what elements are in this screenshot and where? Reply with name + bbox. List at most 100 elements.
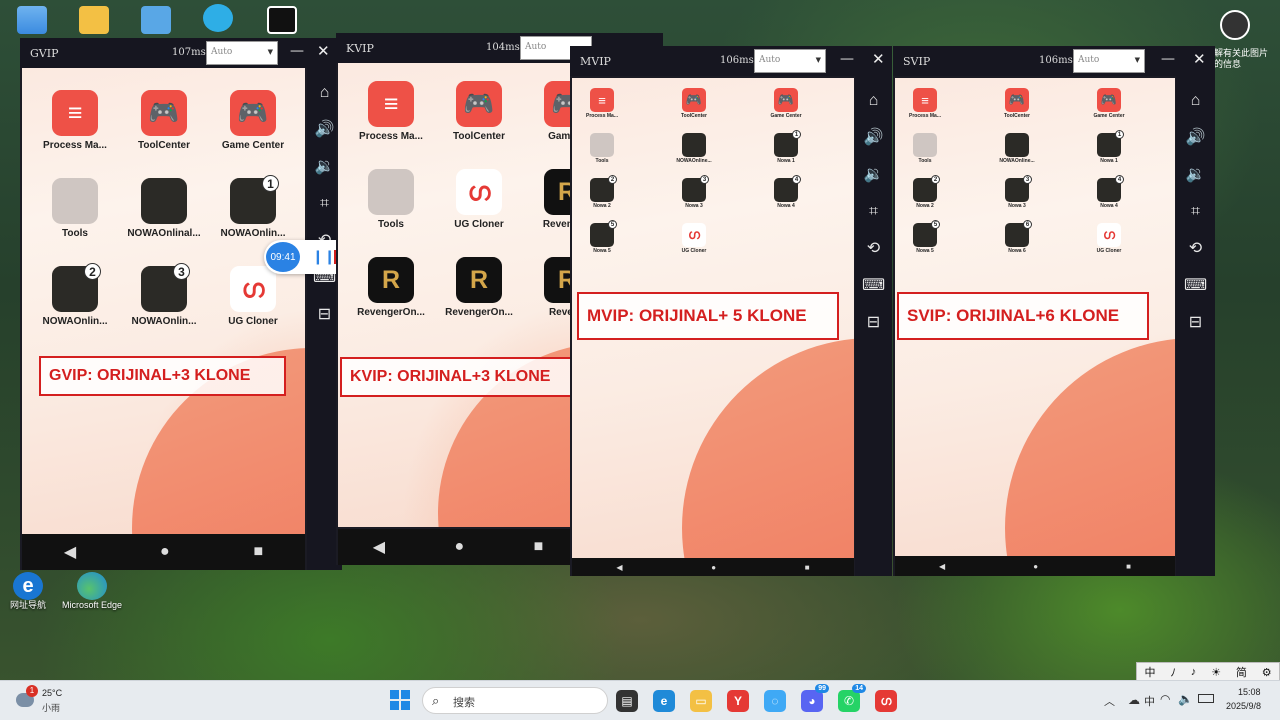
- ime-button[interactable]: ☀: [1211, 666, 1221, 679]
- android-screen[interactable]: ≡ Process Ma... 🎮 ToolCenter 🎮 Game Center Too…: [895, 78, 1175, 556]
- home-icon[interactable]: ⌂: [855, 82, 892, 119]
- app-icon[interactable]: 🎮 ToolCenter: [989, 88, 1045, 119]
- app-icon[interactable]: ഗ UG Cloner: [1081, 223, 1137, 254]
- tray-chevron-icon[interactable]: ︿: [1104, 693, 1115, 709]
- home-nav-button[interactable]: ●: [711, 563, 716, 572]
- app-icon[interactable]: ഗ UG Cloner: [214, 266, 292, 327]
- chat-icon[interactable]: ◌: [764, 690, 786, 712]
- app-icon[interactable]: Tools: [350, 169, 432, 230]
- app-icon[interactable]: 2 NOWAOnlin...: [36, 263, 114, 327]
- android-screen[interactable]: ≡Process Ma...🎮ToolCenter🎮Game CToolsഗUG…: [338, 63, 578, 527]
- cloud-icon[interactable]: ☁: [1128, 693, 1140, 707]
- app-icon[interactable]: 3 Nowa 3: [666, 175, 722, 209]
- back-button[interactable]: ◀: [373, 537, 385, 557]
- app-icon[interactable]: 5 Nowa 5: [574, 220, 630, 254]
- folder-icon[interactable]: ▭: [690, 690, 712, 712]
- recents-button[interactable]: ■: [805, 563, 810, 572]
- router-icon[interactable]: ⊟: [855, 304, 892, 341]
- desktop-icon-folder[interactable]: [74, 6, 114, 34]
- battery-icon[interactable]: [1198, 694, 1214, 703]
- app-icon[interactable]: NOWAOnline...: [666, 133, 722, 164]
- yandex-icon[interactable]: Y: [727, 690, 749, 712]
- app-icon[interactable]: ≡ Process Ma...: [36, 90, 114, 151]
- start-button[interactable]: [390, 690, 410, 710]
- app-icon[interactable]: 6 Nowa 6: [989, 220, 1045, 254]
- edge-icon[interactable]: e: [653, 690, 675, 712]
- home-nav-button[interactable]: ●: [1033, 562, 1038, 571]
- desktop-icon-app[interactable]: [198, 4, 238, 32]
- file-icon[interactable]: ▤: [616, 690, 638, 712]
- android-screen[interactable]: ≡ Process Ma... 🎮 ToolCenter 🎮 Game Center Too…: [572, 78, 854, 558]
- volume-down-icon[interactable]: 🔉: [1176, 156, 1215, 193]
- desktop-icon-capcut[interactable]: [262, 6, 302, 34]
- rotate-icon[interactable]: ⟲: [855, 230, 892, 267]
- ime-indicator[interactable]: 中: [1144, 693, 1155, 709]
- weather-widget[interactable]: 1 25°C 小雨: [14, 685, 74, 717]
- back-button[interactable]: ◀: [64, 542, 76, 562]
- app-icon[interactable]: ഗ UG Cloner: [438, 169, 520, 230]
- ime-button[interactable]: 中: [1144, 664, 1155, 680]
- app-icon[interactable]: 🎮 ToolCenter: [666, 88, 722, 119]
- quality-select[interactable]: Auto ▼: [754, 49, 826, 73]
- app-icon[interactable]: 2 Nowa 2: [897, 175, 953, 209]
- ime-button[interactable]: ﾉ: [1170, 664, 1176, 680]
- desktop-icon-web-nav[interactable]: e 网址导航: [8, 572, 48, 610]
- desktop-icon-folder-2[interactable]: [136, 6, 176, 34]
- app-icon[interactable]: 1 NOWAOnlin...: [214, 175, 292, 239]
- keyboard-icon[interactable]: ⌨: [855, 267, 892, 304]
- app-icon[interactable]: 🎮 ToolCenter: [438, 81, 520, 142]
- whatsapp-icon[interactable]: ✆ 14: [838, 684, 866, 712]
- app-icon[interactable]: 🎮 Game Center: [214, 90, 292, 151]
- clock-date[interactable]: 2025/9/8: [1226, 701, 1261, 711]
- app-icon[interactable]: Tools: [574, 133, 630, 164]
- recents-button[interactable]: ■: [253, 543, 263, 561]
- app-icon[interactable]: 3 Nowa 3: [989, 175, 1045, 209]
- discord-icon[interactable]: ◕ 99: [801, 684, 829, 712]
- window-titlebar[interactable]: MVIP 106ms Auto ▼ — ✕: [570, 46, 892, 76]
- app-icon[interactable]: ഗ UG Cloner: [666, 223, 722, 254]
- clock-time[interactable]: 15:08: [1238, 687, 1261, 697]
- crop-icon[interactable]: ⌗: [855, 193, 892, 230]
- ime-button[interactable]: ♪: [1191, 666, 1197, 678]
- home-nav-button[interactable]: ●: [160, 543, 170, 561]
- ime-button[interactable]: ⚙: [1262, 666, 1272, 679]
- volume-down-icon[interactable]: 🔉: [855, 156, 892, 193]
- rotate-icon[interactable]: ⟲: [1176, 230, 1215, 267]
- minimize-button[interactable]: —: [840, 51, 854, 67]
- close-button[interactable]: ✕: [317, 42, 330, 60]
- android-screen[interactable]: ≡ Process Ma... 🎮 ToolCenter 🎮 Game Center Too…: [22, 68, 305, 534]
- desktop-icon-edge[interactable]: Microsoft Edge: [62, 572, 122, 610]
- app-icon[interactable]: ≡ Process Ma...: [350, 81, 432, 142]
- app-icon[interactable]: 🎮 Game Center: [1081, 88, 1137, 119]
- app-icon[interactable]: ≡ Process Ma...: [574, 88, 630, 119]
- volume-icon[interactable]: 🔈: [1178, 692, 1193, 706]
- app-icon[interactable]: 1 Nowa 1: [1081, 130, 1137, 164]
- app-icon[interactable]: 4 Nowa 4: [758, 175, 814, 209]
- home-icon[interactable]: ⌂: [1176, 82, 1215, 119]
- minimize-button[interactable]: —: [1161, 51, 1175, 67]
- window-titlebar[interactable]: SVIP 106ms Auto ▼ — ✕: [893, 46, 1215, 76]
- router-icon[interactable]: ⊟: [1176, 304, 1215, 341]
- user-account-icon[interactable]: [1220, 10, 1250, 40]
- app-icon[interactable]: 5 Nowa 5: [897, 220, 953, 254]
- close-button[interactable]: ✕: [872, 50, 885, 68]
- window-titlebar[interactable]: GVIP 107ms Auto ▼ — ✕: [20, 38, 342, 68]
- desktop-icon-recycle-bin[interactable]: [12, 6, 52, 34]
- close-button[interactable]: ✕: [1193, 50, 1206, 68]
- app-icon[interactable]: R RevengerOn...: [350, 257, 432, 318]
- pause-icon[interactable]: ❙❙: [312, 248, 335, 265]
- record-timer[interactable]: 09:41: [266, 242, 300, 272]
- app-icon[interactable]: 3 NOWAOnlin...: [125, 263, 203, 327]
- recents-button[interactable]: ■: [1126, 562, 1131, 571]
- back-button[interactable]: ◀: [616, 563, 622, 572]
- ug-icon[interactable]: ഗ: [875, 690, 897, 712]
- app-icon[interactable]: ≡ Process Ma...: [897, 88, 953, 119]
- volume-up-icon[interactable]: 🔊: [855, 119, 892, 156]
- app-icon[interactable]: 1 Nowa 1: [758, 130, 814, 164]
- taskbar-search[interactable]: ⌕ 搜索: [422, 687, 608, 714]
- back-button[interactable]: ◀: [939, 562, 945, 571]
- app-icon[interactable]: Tools: [36, 178, 114, 239]
- quality-select[interactable]: Auto ▼: [206, 41, 278, 65]
- app-icon[interactable]: 🎮 ToolCenter: [125, 90, 203, 151]
- wifi-icon[interactable]: ◠: [1160, 692, 1170, 706]
